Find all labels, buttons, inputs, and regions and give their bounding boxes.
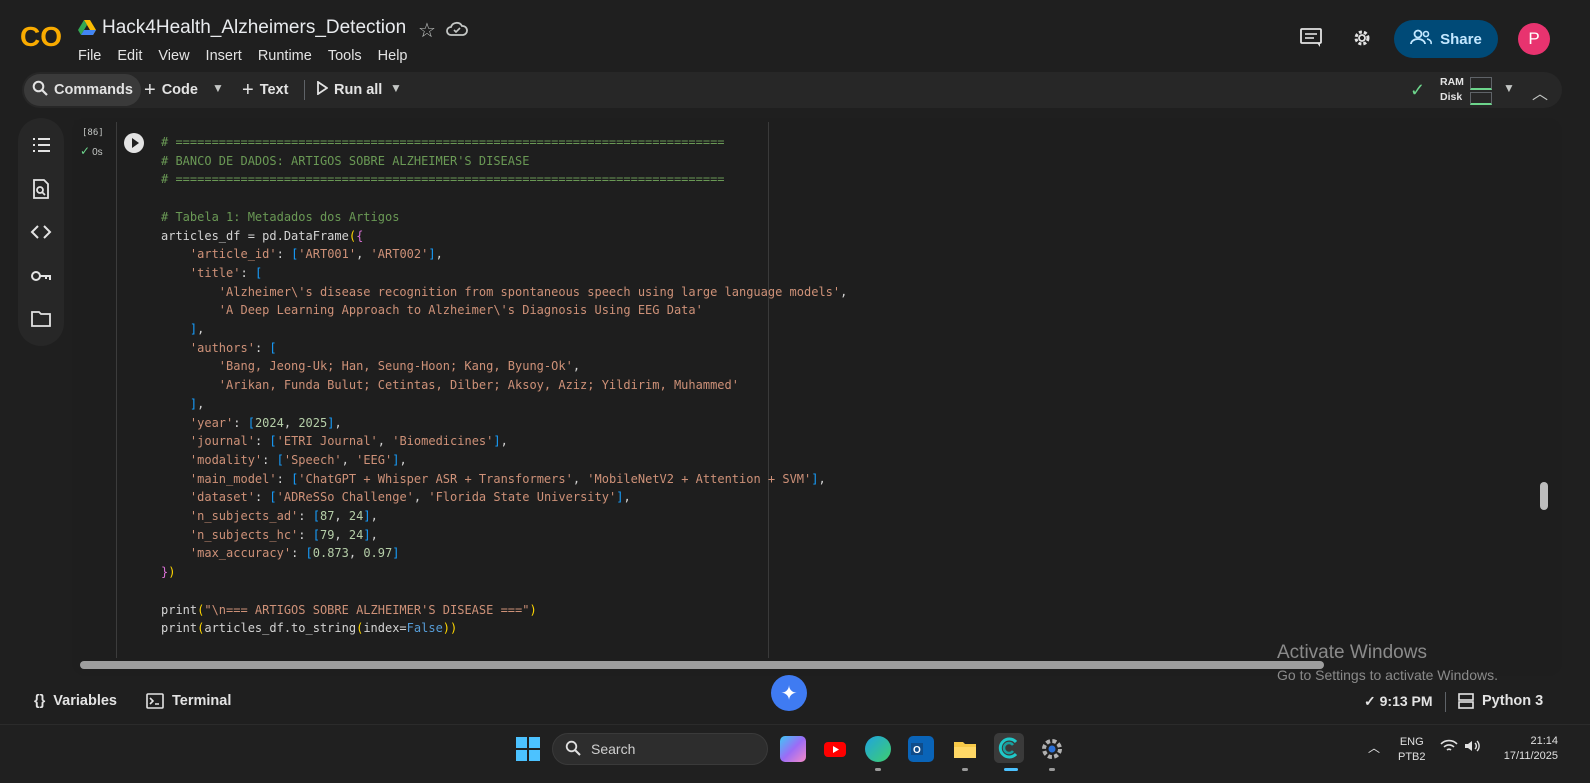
- run-cell-button[interactable]: [124, 133, 144, 153]
- last-run-status[interactable]: ✓ 9:13 PM: [1364, 693, 1433, 710]
- run-all-label: Run all: [334, 82, 383, 98]
- code-snippets-icon[interactable]: [30, 221, 52, 243]
- execution-count: [86]: [82, 128, 104, 138]
- resource-monitor[interactable]: RAM Disk: [1440, 75, 1492, 105]
- chevron-down-icon[interactable]: ▼: [1503, 81, 1515, 95]
- file-explorer-icon[interactable]: [952, 736, 978, 762]
- plus-icon: +: [242, 78, 254, 101]
- menu-tools[interactable]: Tools: [328, 48, 362, 64]
- copilot-icon[interactable]: [780, 736, 806, 762]
- menu-help[interactable]: Help: [378, 48, 408, 64]
- system-clock[interactable]: 21:14 17/11/2025: [1496, 734, 1558, 764]
- key-icon[interactable]: [30, 265, 52, 287]
- notebook-title[interactable]: Hack4Health_Alzheimers_Detection: [102, 17, 406, 39]
- gemini-button[interactable]: ✦: [771, 675, 807, 711]
- outlook-icon[interactable]: O: [908, 736, 934, 762]
- cloud-saved-icon[interactable]: [446, 20, 468, 38]
- server-icon: [1458, 693, 1474, 713]
- check-icon: ✓: [1364, 693, 1380, 709]
- chevron-up-icon[interactable]: ︿: [1532, 80, 1548, 104]
- running-indicator: [1049, 768, 1055, 771]
- lang-code: ENG: [1399, 736, 1424, 748]
- folder-icon[interactable]: [30, 308, 52, 330]
- last-run-time: 9:13 PM: [1379, 693, 1433, 709]
- input-language[interactable]: ENG PTB2: [1398, 735, 1426, 765]
- running-indicator: [875, 768, 881, 771]
- terminal-label: Terminal: [172, 693, 232, 709]
- check-icon: ✓: [80, 144, 91, 158]
- status-divider: [1445, 692, 1446, 712]
- svg-text:O: O: [913, 745, 921, 756]
- table-of-contents-icon[interactable]: [30, 134, 52, 156]
- text-label: Text: [259, 82, 289, 98]
- keyboard-layout: PTB2: [1398, 751, 1426, 763]
- search-placeholder: Search: [591, 741, 636, 757]
- search-icon: [565, 740, 581, 759]
- toolbar-divider: [304, 80, 305, 100]
- people-icon: [1410, 29, 1433, 49]
- variables-button[interactable]: {} Variables: [34, 693, 117, 709]
- colab-logo[interactable]: CO: [20, 20, 64, 52]
- code-editor[interactable]: # ======================================…: [161, 133, 847, 638]
- kernel-label: Python 3: [1482, 693, 1544, 709]
- running-indicator: [962, 768, 968, 771]
- menu-runtime[interactable]: Runtime: [258, 48, 312, 64]
- avatar[interactable]: P: [1518, 23, 1550, 55]
- variables-label: Variables: [53, 693, 117, 709]
- settings-icon[interactable]: [1039, 736, 1065, 762]
- share-button[interactable]: Share: [1394, 20, 1498, 58]
- disk-label: Disk: [1440, 91, 1463, 103]
- code-label: Code: [161, 82, 198, 98]
- activation-watermark-text: Go to Settings to activate Windows.: [1277, 667, 1498, 683]
- youtube-icon[interactable]: [822, 736, 848, 762]
- ram-meter: [1470, 77, 1492, 90]
- clock-date: 17/11/2025: [1503, 750, 1558, 762]
- chevron-down-icon[interactable]: ▼: [212, 81, 224, 95]
- ram-label: RAM: [1440, 76, 1464, 88]
- volume-icon[interactable]: [1464, 739, 1482, 756]
- cell-divider: [116, 122, 117, 658]
- search-icon: [32, 80, 48, 100]
- terminal-icon: [146, 693, 164, 713]
- horizontal-scrollbar[interactable]: [80, 661, 1324, 669]
- add-text-button[interactable]: + Text: [242, 72, 288, 108]
- clock-time: 21:14: [1530, 735, 1558, 747]
- active-indicator: [1004, 768, 1018, 771]
- play-icon: [316, 80, 329, 99]
- menu-edit[interactable]: Edit: [117, 48, 142, 64]
- sparkle-icon: ✦: [780, 682, 798, 705]
- commands-label: Commands: [54, 82, 133, 98]
- wifi-icon[interactable]: [1440, 739, 1458, 756]
- find-in-page-icon[interactable]: [30, 178, 52, 200]
- activation-watermark-title: Activate Windows: [1277, 642, 1427, 663]
- logo-text: CO: [20, 21, 62, 52]
- windows-start-icon[interactable]: [516, 737, 540, 761]
- menu-insert[interactable]: Insert: [206, 48, 242, 64]
- disk-meter: [1470, 92, 1492, 105]
- run-all-button[interactable]: Run all: [316, 72, 382, 108]
- gear-icon[interactable]: [1352, 28, 1372, 48]
- menu-view[interactable]: View: [158, 48, 189, 64]
- google-drive-icon: [78, 20, 96, 36]
- vertical-scrollbar[interactable]: [1540, 482, 1548, 510]
- comment-icon[interactable]: [1300, 28, 1322, 48]
- active-app-icon[interactable]: [994, 733, 1024, 763]
- edge-icon[interactable]: [865, 736, 891, 762]
- chevron-down-icon[interactable]: ▼: [390, 81, 402, 95]
- check-icon: ✓: [1410, 80, 1426, 100]
- menu-bar: File Edit View Insert Runtime Tools Help: [78, 48, 408, 64]
- braces-icon: {}: [34, 693, 46, 709]
- kernel-status[interactable]: Python 3: [1458, 693, 1543, 713]
- star-icon[interactable]: ☆: [418, 18, 436, 43]
- taskbar-search[interactable]: Search: [552, 733, 768, 765]
- execution-time: 0s: [92, 147, 103, 158]
- share-label: Share: [1440, 30, 1482, 48]
- plus-icon: +: [144, 78, 156, 101]
- add-code-button[interactable]: + Code: [144, 72, 198, 108]
- menu-file[interactable]: File: [78, 48, 101, 64]
- commands-button[interactable]: Commands: [24, 74, 141, 106]
- chevron-up-icon[interactable]: ︿: [1368, 739, 1380, 756]
- terminal-button[interactable]: Terminal: [146, 693, 231, 713]
- execution-status: ✓ 0s: [80, 144, 103, 158]
